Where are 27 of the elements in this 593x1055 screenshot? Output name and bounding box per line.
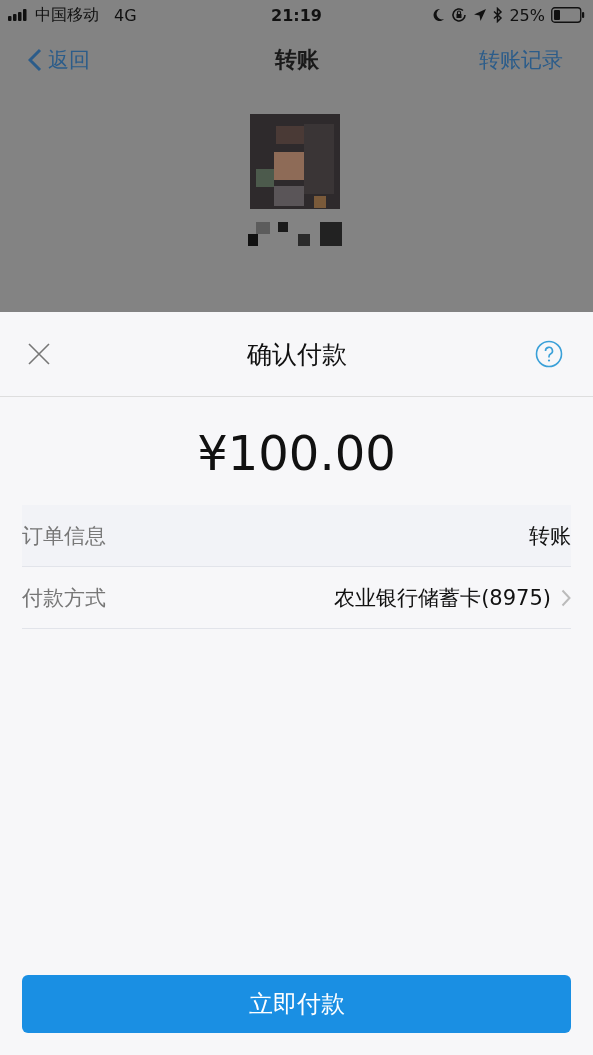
- help-button[interactable]: [535, 340, 563, 368]
- location-arrow-icon: [473, 8, 488, 22]
- chevron-right-icon: [561, 588, 571, 607]
- page-title: 转账: [274, 46, 319, 74]
- close-button[interactable]: [28, 343, 50, 365]
- clock-time: 21:19: [271, 5, 322, 25]
- sheet-title: 确认付款: [246, 338, 347, 371]
- payment-amount: ¥100.00: [196, 424, 397, 483]
- moon-icon: [432, 8, 446, 22]
- chevron-left-icon: [28, 48, 42, 72]
- rotation-lock-icon: [451, 7, 468, 23]
- battery-icon: [551, 7, 585, 23]
- row-value: 农业银行储蓄卡(8975): [334, 584, 551, 612]
- carrier-name: 中国移动: [35, 4, 99, 26]
- back-button[interactable]: 返回: [28, 46, 90, 74]
- row-value: 转账: [529, 522, 571, 550]
- bluetooth-icon: [493, 7, 504, 23]
- row-label: 订单信息: [22, 522, 107, 550]
- signal-icon: [8, 9, 30, 21]
- row-label: 付款方式: [22, 584, 107, 612]
- transfer-history-link[interactable]: 转账记录: [479, 46, 563, 74]
- network-type: 4G: [114, 5, 137, 25]
- close-icon: [28, 343, 50, 365]
- payment-method-row[interactable]: 付款方式 农业银行储蓄卡(8975): [22, 567, 571, 629]
- pay-now-button[interactable]: 立即付款: [22, 975, 571, 1033]
- help-icon: [535, 340, 563, 368]
- battery-percent: 25%: [509, 5, 545, 25]
